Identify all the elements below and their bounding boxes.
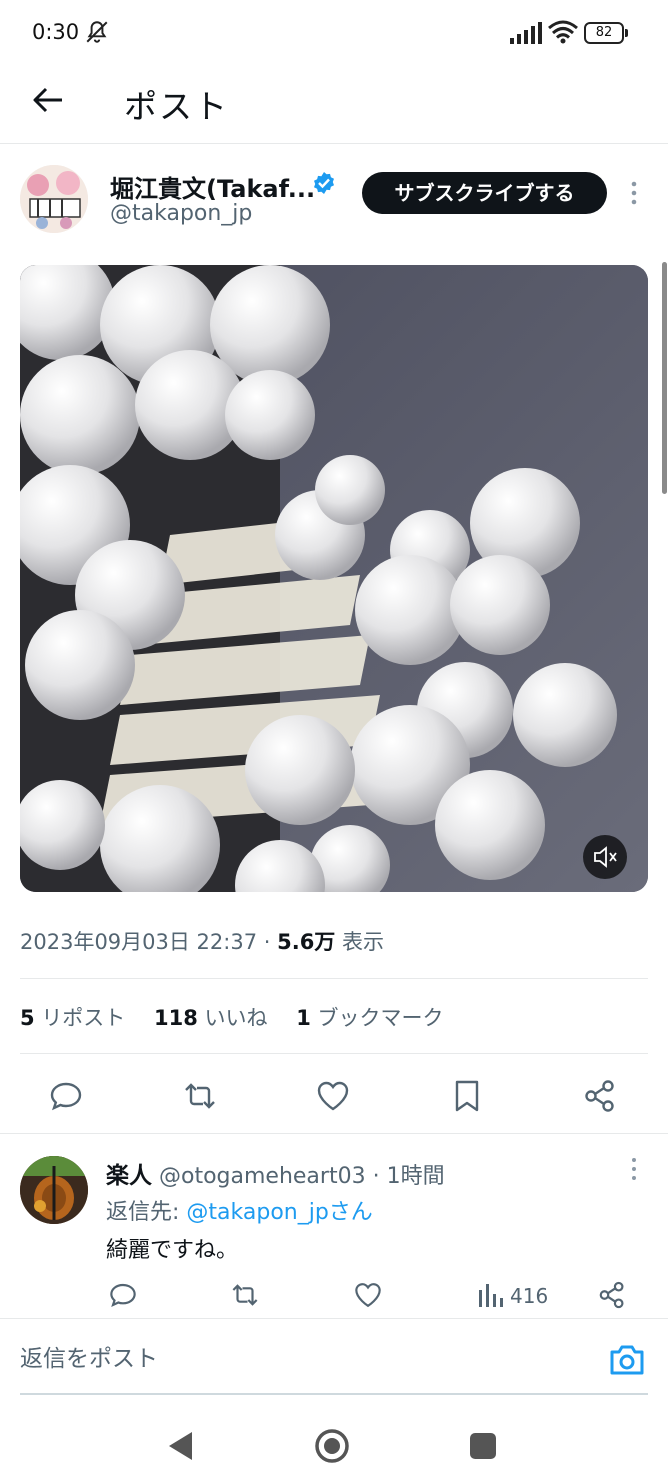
views-chart-icon[interactable] — [476, 1280, 506, 1310]
divider — [20, 1393, 648, 1395]
likes-label[interactable]: いいね — [205, 1006, 268, 1030]
reply-header: 楽人 @otogameheart03 · 1時間 — [106, 1156, 445, 1190]
scrollbar[interactable] — [662, 262, 667, 494]
post-stats: 5 リポスト 118 いいね 1 ブックマーク — [20, 1002, 444, 1032]
post-action-bar — [0, 1072, 668, 1134]
repost-icon[interactable] — [230, 1280, 260, 1310]
reply-to-line: 返信先: @takapon_jpさん — [106, 1194, 373, 1226]
post-views-count: 5.6万 — [277, 930, 336, 954]
battery-icon: 82 — [584, 22, 628, 44]
divider — [20, 1053, 648, 1054]
nav-home-icon[interactable] — [314, 1428, 350, 1464]
nav-recents-icon[interactable] — [470, 1433, 496, 1459]
author-name[interactable]: 堀江貴文(Takaf... — [110, 169, 315, 204]
reply-to-link[interactable]: @takapon_jpさん — [186, 1200, 372, 1225]
reply-input[interactable] — [20, 1337, 580, 1381]
repost-icon[interactable] — [182, 1078, 218, 1114]
system-navigation-bar — [0, 1404, 668, 1484]
divider — [20, 978, 648, 979]
subscribe-button[interactable]: サブスクライブする — [362, 172, 607, 214]
reply-icon[interactable] — [108, 1280, 138, 1310]
reply-time: · 1時間 — [365, 1164, 445, 1189]
avatar[interactable] — [20, 165, 88, 233]
more-options-icon[interactable] — [622, 179, 646, 207]
reply-post[interactable]: 楽人 @otogameheart03 · 1時間 返信先: @takapon_j… — [0, 1136, 668, 1318]
unmute-button[interactable] — [583, 835, 627, 879]
post-views-label: 表示 — [335, 930, 384, 954]
battery-level: 82 — [584, 22, 624, 44]
app-header: ポスト — [0, 64, 668, 144]
balloon-video-frame — [20, 265, 648, 892]
post-timestamp: 2023年09月03日 22:37 · 5.6万 表示 — [20, 926, 384, 956]
signal-icon — [510, 22, 542, 44]
reposts-label[interactable]: リポスト — [41, 1006, 125, 1030]
heart-icon[interactable] — [353, 1280, 383, 1310]
page-title: ポスト — [124, 87, 229, 126]
wifi-icon — [548, 20, 578, 44]
post-video[interactable] — [20, 265, 648, 892]
author-handle[interactable]: @takapon_jp — [110, 201, 252, 226]
bookmarks-count[interactable]: 1 — [296, 1006, 311, 1030]
share-icon[interactable] — [597, 1280, 627, 1310]
nav-back-icon[interactable] — [166, 1430, 196, 1462]
share-icon[interactable] — [582, 1078, 618, 1114]
status-time: 0:30 — [32, 20, 80, 44]
status-bar: 0:30 82 — [0, 0, 668, 64]
reply-to-prefix: 返信先: — [106, 1200, 187, 1225]
post-datetime: 2023年09月03日 22:37 · — [20, 930, 278, 954]
mute-icon — [86, 21, 108, 43]
reply-author-name[interactable]: 楽人 — [106, 1163, 152, 1189]
verified-badge-icon — [314, 172, 334, 194]
reply-text: 綺麗ですね。 — [106, 1238, 239, 1263]
reply-icon[interactable] — [48, 1078, 84, 1114]
likes-count[interactable]: 118 — [154, 1006, 198, 1030]
speaker-muted-icon — [594, 846, 617, 868]
heart-icon[interactable] — [315, 1078, 351, 1114]
more-options-icon[interactable] — [624, 1156, 644, 1182]
reply-avatar[interactable] — [20, 1156, 88, 1224]
bookmarks-label[interactable]: ブックマーク — [318, 1006, 444, 1030]
bookmark-icon[interactable] — [449, 1078, 485, 1114]
reply-composer — [0, 1318, 668, 1402]
reply-views-count: 416 — [510, 1284, 549, 1308]
reposts-count[interactable]: 5 — [20, 1006, 35, 1030]
reply-author-handle[interactable]: @otogameheart03 — [159, 1164, 366, 1189]
post-author: 堀江貴文(Takaf... @takapon_jp サブスクライブする — [0, 145, 668, 260]
camera-icon[interactable] — [608, 1343, 646, 1377]
arrow-left-icon[interactable] — [28, 80, 68, 120]
